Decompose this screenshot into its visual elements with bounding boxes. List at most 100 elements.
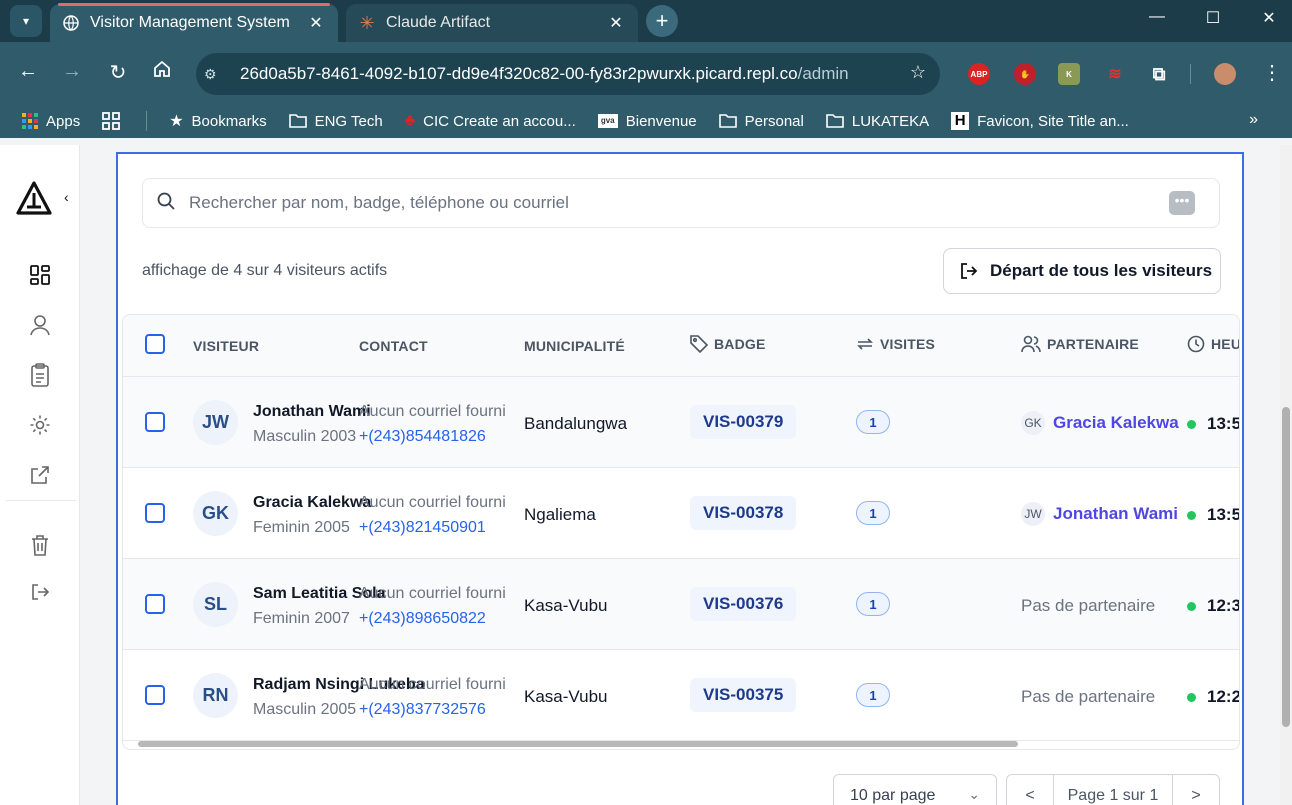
scrollbar-thumb[interactable] xyxy=(138,741,1018,747)
url-omnibox[interactable]: ⚙ 26d0a5b7-8461-4092-b107-dd9e4f320c82-0… xyxy=(196,53,940,95)
column-header-badge[interactable]: BADGE xyxy=(690,335,766,353)
visitor-email: Aucun courriel fourni xyxy=(359,403,506,420)
minimize-icon[interactable]: — xyxy=(1142,8,1172,26)
column-header-contact[interactable]: CONTACT xyxy=(359,338,428,354)
table-row[interactable]: RN Radjam Nsingi Lukeba Masculin 2005 Au… xyxy=(123,650,1239,741)
tab-visitor-management[interactable]: Visitor Management System ✕ xyxy=(50,3,338,42)
visitor-badge: VIS-00379 xyxy=(690,405,797,439)
dashboard-icon[interactable] xyxy=(27,262,53,288)
logout-icon[interactable] xyxy=(27,579,53,605)
visit-count-pill: 1 xyxy=(856,592,890,616)
table-row[interactable]: GK Gracia Kalekwa Feminin 2005 Aucun cou… xyxy=(123,468,1239,559)
bookmarks-bar: Apps ★ Bookmarks ENG Tech ♣ CIC Create a… xyxy=(0,104,1292,138)
table-horizontal-scrollbar[interactable] xyxy=(122,737,1240,749)
table-header: VISITEUR CONTACT MUNICIPALITÉ BADGE VISI… xyxy=(123,315,1239,377)
partner-link[interactable]: GK Gracia Kalekwa xyxy=(1021,411,1179,435)
site-settings-icon[interactable]: ⚙ xyxy=(204,66,228,83)
visit-count-pill: 1 xyxy=(856,410,890,434)
tab-claude-artifact[interactable]: ✳ Claude Artifact ✕ xyxy=(346,4,638,42)
previous-page-button[interactable]: < xyxy=(1007,787,1053,805)
scrollbar-thumb[interactable] xyxy=(1282,407,1290,727)
visitor-phone-link[interactable]: +(243)837732576 xyxy=(359,701,486,719)
visitor-email: Aucun courriel fourni xyxy=(359,494,506,511)
no-partner-text: Pas de partenaire xyxy=(1021,687,1156,706)
bookmark-cic[interactable]: ♣ CIC Create an accou... xyxy=(405,112,576,130)
row-checkbox[interactable] xyxy=(145,503,165,523)
k-extension-icon[interactable]: K xyxy=(1058,63,1080,85)
partner-link[interactable]: JW Jonathan Wami xyxy=(1021,502,1178,526)
adblock-plus-icon[interactable]: ABP xyxy=(968,63,990,85)
external-link-icon[interactable] xyxy=(27,462,53,488)
visitors-table: VISITEUR CONTACT MUNICIPALITÉ BADGE VISI… xyxy=(122,314,1240,750)
visitor-phone-link[interactable]: +(243)821450901 xyxy=(359,519,486,537)
row-checkbox[interactable] xyxy=(145,594,165,614)
table-row[interactable]: JW Jonathan Wami Masculin 2003 Aucun cou… xyxy=(123,377,1239,468)
folder-icon xyxy=(826,114,844,128)
reload-icon[interactable]: ↻ xyxy=(104,60,132,85)
bookmarks-overflow-icon[interactable]: » xyxy=(1249,111,1258,129)
column-header-partner[interactable]: PARTENAIRE xyxy=(1021,335,1139,353)
user-icon[interactable] xyxy=(27,312,53,338)
bookmark-eng-tech[interactable]: ENG Tech xyxy=(288,113,383,130)
checkin-time: 12:2 xyxy=(1187,687,1239,707)
active-visitors-panel: ••• affichage de 4 sur 4 visiteurs actif… xyxy=(116,152,1244,805)
new-tab-button[interactable]: + xyxy=(646,5,678,37)
column-header-visitor[interactable]: VISITEUR xyxy=(193,338,259,354)
profile-avatar[interactable] xyxy=(1214,63,1236,85)
page-size-select[interactable]: 10 par page ⌄ xyxy=(833,774,997,805)
tab-search-button[interactable]: ▾ xyxy=(10,5,42,37)
extensions-puzzle-icon[interactable]: ⧉ xyxy=(1148,63,1170,85)
column-header-visits[interactable]: VISITES xyxy=(856,335,935,353)
page-vertical-scrollbar[interactable] xyxy=(1280,145,1292,805)
visitor-email: Aucun courriel fourni xyxy=(359,676,506,693)
bookmark-star-icon[interactable]: ☆ xyxy=(910,62,926,83)
visitor-gender-year: Feminin 2007 xyxy=(253,610,350,627)
tab-title: Claude Artifact xyxy=(386,14,491,31)
checkout-all-button[interactable]: Départ de tous les visiteurs xyxy=(943,248,1221,294)
clipboard-list-icon[interactable] xyxy=(27,362,53,388)
bookmark-tab-grid[interactable] xyxy=(102,112,128,130)
close-tab-icon[interactable]: ✕ xyxy=(306,13,326,33)
bookmark-personal[interactable]: Personal xyxy=(718,113,804,130)
bookmark-favicon[interactable]: H Favicon, Site Title an... xyxy=(951,112,1129,130)
column-header-municipality[interactable]: MUNICIPALITÉ xyxy=(524,338,625,354)
status-dot xyxy=(1187,601,1196,611)
collapse-sidebar-icon[interactable]: ‹ xyxy=(64,189,69,205)
maximize-icon[interactable]: ☐ xyxy=(1198,8,1228,28)
search-input[interactable] xyxy=(189,193,1089,213)
bookmark-bienvenue[interactable]: gva Bienvenue xyxy=(597,113,697,130)
stop-hand-icon[interactable]: ✋ xyxy=(1014,63,1036,85)
close-window-icon[interactable]: ✕ xyxy=(1254,8,1284,28)
app-logo-icon[interactable] xyxy=(16,181,52,220)
sidebar-divider xyxy=(6,500,76,501)
repeat-icon xyxy=(856,335,874,353)
visitor-phone-link[interactable]: +(243)854481826 xyxy=(359,428,486,446)
trash-icon[interactable] xyxy=(27,532,53,558)
visitor-phone-link[interactable]: +(243)898650822 xyxy=(359,610,486,628)
visitor-municipality: Bandalungwa xyxy=(524,414,628,433)
table-row[interactable]: SL Sam Leatitia Sola Feminin 2007 Aucun … xyxy=(123,559,1239,650)
column-header-time[interactable]: HEU xyxy=(1187,335,1239,353)
next-page-button[interactable]: > xyxy=(1173,787,1219,805)
browser-menu-icon[interactable]: ⋮ xyxy=(1258,60,1286,85)
star-icon: ★ xyxy=(169,113,184,130)
back-arrow-icon[interactable]: ← xyxy=(14,60,42,83)
partner-avatar: GK xyxy=(1021,411,1045,435)
visitor-gender-year: Masculin 2005 xyxy=(253,701,357,718)
close-tab-icon[interactable]: ✕ xyxy=(606,13,626,33)
users-icon xyxy=(1021,335,1041,353)
bookmark-apps[interactable]: Apps xyxy=(22,113,80,130)
visit-count-pill: 1 xyxy=(856,683,890,707)
row-checkbox[interactable] xyxy=(145,412,165,432)
partner-name: Jonathan Wami xyxy=(1053,504,1178,523)
clock-icon xyxy=(1187,335,1205,353)
bookmark-bookmarks[interactable]: ★ Bookmarks xyxy=(169,111,266,131)
bookmark-lukateka[interactable]: LUKATEKA xyxy=(826,113,929,130)
stack-extension-icon[interactable]: ≋ xyxy=(1104,63,1126,85)
row-checkbox[interactable] xyxy=(145,685,165,705)
home-icon[interactable] xyxy=(148,60,176,84)
gear-icon[interactable] xyxy=(27,412,53,438)
password-manager-icon[interactable]: ••• xyxy=(1169,191,1195,215)
forward-arrow-icon[interactable]: → xyxy=(58,60,86,83)
select-all-checkbox[interactable] xyxy=(145,334,165,354)
